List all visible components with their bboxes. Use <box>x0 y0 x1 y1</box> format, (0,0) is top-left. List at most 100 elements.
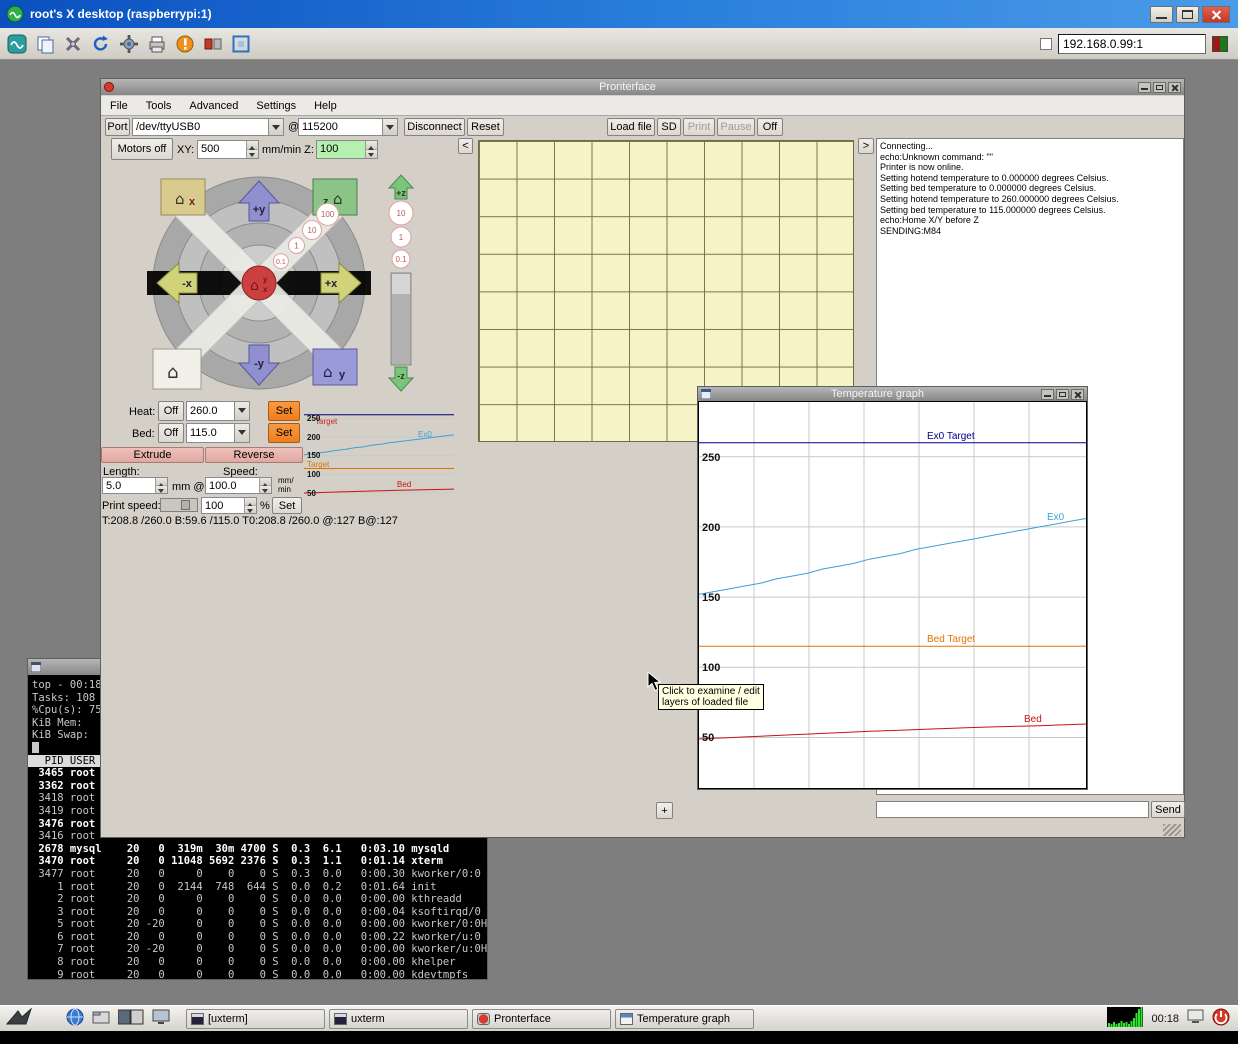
bed-set-button[interactable]: Set <box>268 423 300 443</box>
increment-icon[interactable] <box>156 478 167 486</box>
print-speed-set-button[interactable]: Set <box>272 497 302 514</box>
log-line: Setting bed temperature to 115.000000 de… <box>880 205 1180 216</box>
svg-text:Bed: Bed <box>397 480 411 489</box>
show-desktop-icon[interactable] <box>152 1009 170 1028</box>
bed-off-button[interactable]: Off <box>158 423 184 443</box>
extrude-length-stepper[interactable]: 5.0 <box>102 477 168 494</box>
disconnect-icon[interactable] <box>202 33 224 55</box>
terminal-icon <box>191 1013 204 1025</box>
menu-tools[interactable]: Tools <box>137 96 181 115</box>
increment-icon[interactable] <box>245 498 256 506</box>
vnc-logo-icon[interactable] <box>6 33 28 55</box>
new-connection-icon[interactable] <box>34 33 56 55</box>
pronterface-titlebar[interactable]: Pronterface <box>101 79 1184 95</box>
extrude-speed-stepper[interactable]: 100.0 <box>205 477 272 494</box>
web-browser-icon[interactable] <box>66 1008 84 1029</box>
decrement-icon[interactable] <box>366 150 377 158</box>
bed-temp-select[interactable]: 115.0 <box>186 423 250 443</box>
gcode-input[interactable] <box>876 801 1149 818</box>
reset-button[interactable]: Reset <box>467 118 504 136</box>
add-layer-button[interactable]: + <box>656 802 673 819</box>
send-button[interactable]: Send <box>1151 801 1185 818</box>
connection-options-icon[interactable] <box>62 33 84 55</box>
load-file-button[interactable]: Load file <box>607 118 655 136</box>
app-menu-icon[interactable] <box>6 1008 32 1029</box>
maximize-button[interactable] <box>1056 389 1069 400</box>
log-line: Connecting... <box>880 141 1180 152</box>
print-speed-label: Print speed: <box>102 500 161 512</box>
svg-text:+z: +z <box>396 188 406 198</box>
slider-handle[interactable] <box>181 500 190 510</box>
menu-advanced[interactable]: Advanced <box>180 96 247 115</box>
print-speed-slider[interactable] <box>160 498 198 512</box>
chevron-down-icon[interactable] <box>234 424 249 442</box>
refresh-icon[interactable] <box>90 33 112 55</box>
minimize-button[interactable] <box>1150 6 1173 23</box>
terminal-line: 3 root 20 0 0 0 0 S 0.0 0.0 0:00.04 ksof… <box>32 906 487 919</box>
chevron-down-icon[interactable] <box>268 119 283 135</box>
decrement-icon[interactable] <box>260 486 271 493</box>
print-speed-stepper[interactable]: 100 <box>201 497 257 514</box>
viewer-next-button[interactable]: > <box>858 138 874 154</box>
baud-value: 115200 <box>299 121 382 133</box>
motors-off-button[interactable]: Motors off <box>111 138 173 160</box>
maximize-button[interactable] <box>1153 82 1166 93</box>
increment-icon[interactable] <box>366 141 377 150</box>
minimize-button[interactable] <box>1041 389 1054 400</box>
logout-power-icon[interactable] <box>1212 1008 1230 1029</box>
resize-grip[interactable] <box>1163 824 1181 836</box>
viewer-prev-button[interactable]: < <box>458 138 473 154</box>
reverse-button[interactable]: Reverse <box>205 447 303 463</box>
sd-button[interactable]: SD <box>657 118 681 136</box>
menu-help[interactable]: Help <box>305 96 346 115</box>
z-jog-strip[interactable]: +z1010.1-z <box>387 173 415 393</box>
close-button[interactable] <box>1168 82 1181 93</box>
svg-text:250: 250 <box>307 414 321 423</box>
taskbar-item-temperature-graph[interactable]: Temperature graph <box>615 1009 754 1029</box>
jog-pad[interactable]: +y+x-y-x⌂xz⌂⌂⌂y⌂yx1001010.1 <box>147 171 371 395</box>
terminal-line: 5 root 20 -20 0 0 0 S 0.0 0.0 0:00.00 kw… <box>32 918 487 931</box>
pronterface-icon <box>477 1013 490 1025</box>
desktop-pager-icon[interactable] <box>118 1009 144 1028</box>
menu-settings[interactable]: Settings <box>247 96 305 115</box>
disconnect-button[interactable]: Disconnect <box>404 118 465 136</box>
chevron-down-icon[interactable] <box>382 119 397 135</box>
connection-info-icon[interactable] <box>174 33 196 55</box>
settings-icon[interactable] <box>118 33 140 55</box>
increment-icon[interactable] <box>260 478 271 486</box>
minimize-button[interactable] <box>1138 82 1151 93</box>
decrement-icon[interactable] <box>245 506 256 513</box>
heater-off-button[interactable]: Off <box>158 401 184 421</box>
vnc-address-input[interactable] <box>1058 34 1206 54</box>
decrement-icon[interactable] <box>156 486 167 493</box>
taskbar-item-uxterm[interactable]: uxterm <box>329 1009 468 1029</box>
svg-text:⌂: ⌂ <box>175 190 185 208</box>
screen-lock-icon[interactable] <box>1187 1009 1204 1028</box>
cpu-monitor-icon[interactable] <box>1107 1007 1143 1030</box>
fullscreen-icon[interactable] <box>230 33 252 55</box>
taskbar-item-pronterface[interactable]: Pronterface <box>472 1009 611 1029</box>
chevron-down-icon[interactable] <box>234 402 249 420</box>
heater-temp-select[interactable]: 260.0 <box>186 401 250 421</box>
z-feed-stepper[interactable]: 100 <box>316 140 378 159</box>
menu-file[interactable]: File <box>101 96 137 115</box>
svg-text:Bed Target: Bed Target <box>927 634 975 645</box>
taskbar: [uxterm]uxtermPronterfaceTemperature gra… <box>0 1005 1238 1031</box>
extrude-button[interactable]: Extrude <box>101 447 204 463</box>
baud-select[interactable]: 115200 <box>298 118 398 136</box>
printer-icon[interactable] <box>146 33 168 55</box>
session-options-icon[interactable] <box>1040 38 1052 50</box>
port-button[interactable]: Port <box>105 118 130 136</box>
temperature-graph-titlebar[interactable]: Temperature graph <box>698 387 1087 401</box>
restore-button[interactable] <box>1176 6 1199 23</box>
decrement-icon[interactable] <box>247 150 258 158</box>
xy-feed-stepper[interactable]: 500 <box>197 140 259 159</box>
off-button[interactable]: Off <box>757 118 783 136</box>
port-select[interactable]: /dev/ttyUSB0 <box>132 118 284 136</box>
taskbar-item-uxterm[interactable]: [uxterm] <box>186 1009 325 1029</box>
close-button[interactable] <box>1202 6 1230 23</box>
file-manager-icon[interactable] <box>92 1008 110 1029</box>
close-button[interactable] <box>1071 389 1084 400</box>
heater-set-button[interactable]: Set <box>268 401 300 421</box>
increment-icon[interactable] <box>247 141 258 150</box>
